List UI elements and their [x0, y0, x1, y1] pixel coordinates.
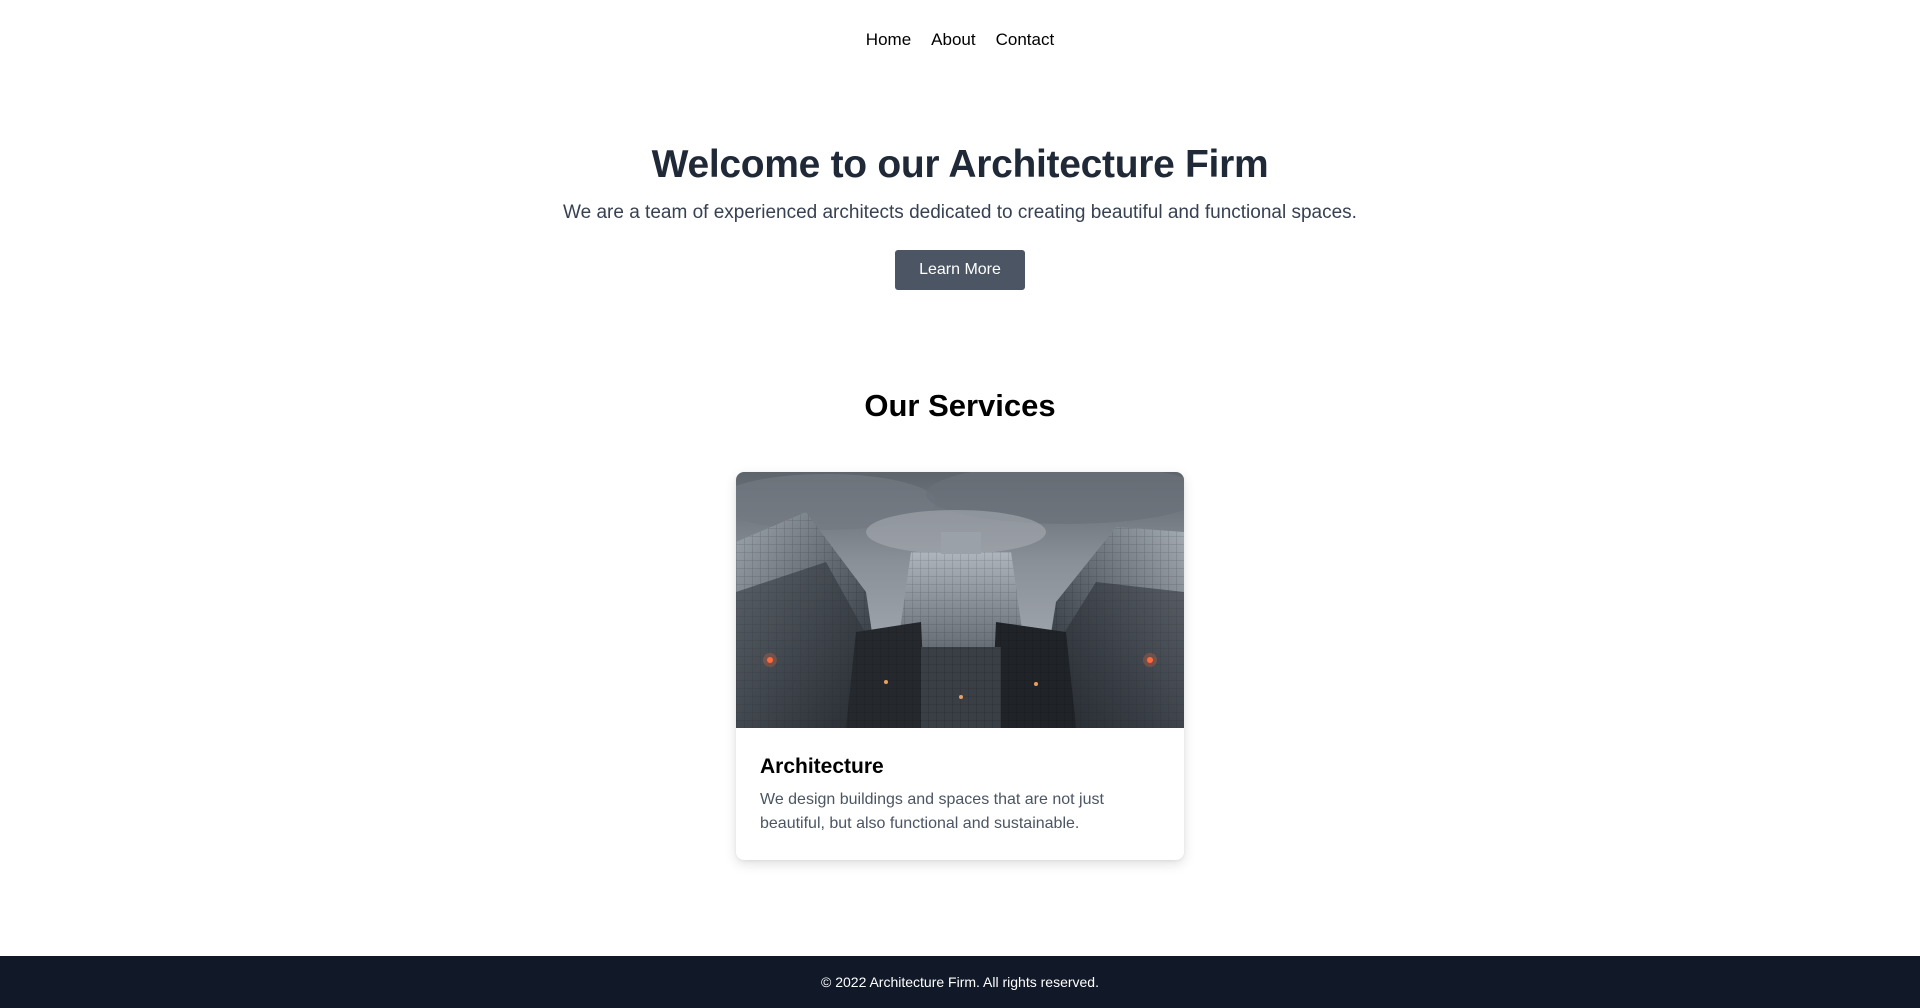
page: Home About Contact Welcome to our Archit… [0, 0, 1920, 1008]
footer: © 2022 Architecture Firm. All rights res… [0, 956, 1920, 1008]
card-title: Architecture [760, 755, 884, 778]
top-nav: Home About Contact [0, 28, 1920, 52]
services-title: Our Services [864, 388, 1056, 423]
service-card-architecture: Architecture We design buildings and spa… [736, 472, 1184, 860]
nav-link-home[interactable]: Home [866, 28, 911, 52]
card-description: We design buildings and spaces that are … [760, 791, 1104, 832]
hero-title: Welcome to our Architecture Firm [651, 143, 1269, 186]
learn-more-button[interactable]: Learn More [895, 250, 1025, 290]
architecture-photo [736, 472, 1184, 728]
hero-section: Welcome to our Architecture Firm We are … [0, 140, 1920, 290]
hero-subtitle: We are a team of experienced architects … [563, 202, 1357, 223]
nav-link-about[interactable]: About [931, 28, 975, 52]
card-body: Architecture We design buildings and spa… [736, 728, 1184, 856]
nav-link-contact[interactable]: Contact [996, 28, 1055, 52]
footer-copyright: © 2022 Architecture Firm. All rights res… [821, 974, 1099, 990]
